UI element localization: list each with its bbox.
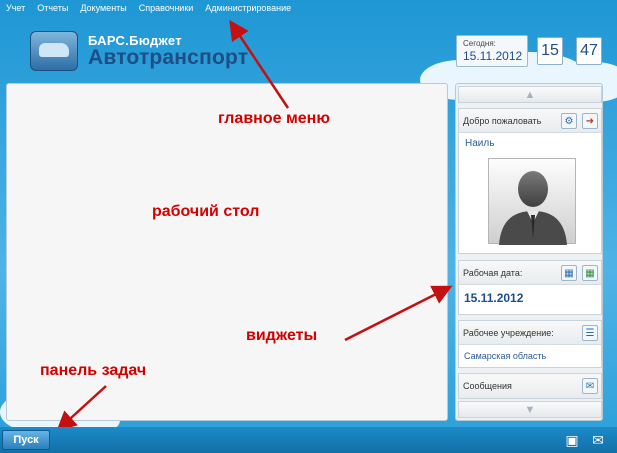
taskbar: Пуск ▣ ✉	[0, 427, 617, 453]
mail-icon[interactable]: ✉	[589, 432, 607, 448]
arrow-to-taskbar	[56, 385, 107, 432]
arrow-to-widgets	[344, 285, 453, 342]
arrow-to-main-menu	[229, 19, 290, 109]
start-button[interactable]: Пуск	[2, 430, 50, 450]
camera-icon[interactable]: ▣	[563, 432, 581, 448]
annotation-arrows	[56, 19, 453, 432]
